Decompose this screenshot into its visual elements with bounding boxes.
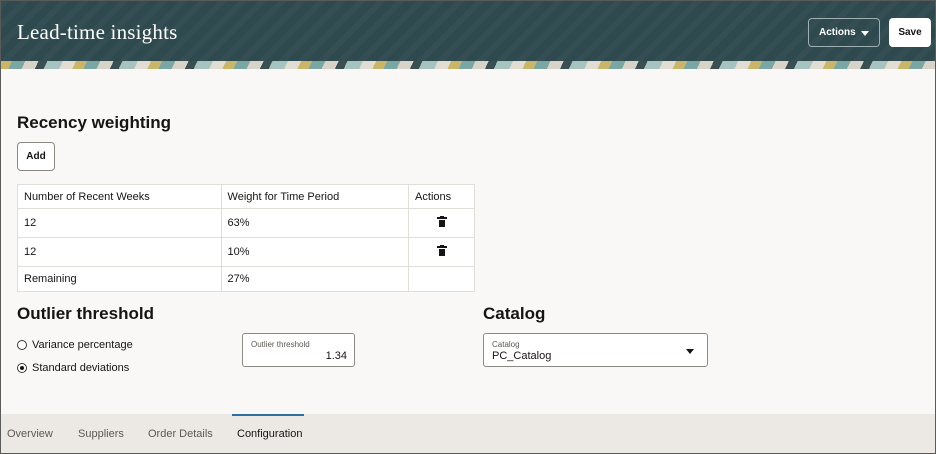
weeks-cell: Remaining	[17, 266, 222, 292]
chevron-down-icon	[861, 31, 869, 36]
trash-icon[interactable]	[436, 215, 447, 227]
page-title: Lead-time insights	[17, 20, 178, 44]
field-label: Outlier threshold	[251, 340, 310, 349]
tab-bar: Overview Suppliers Order Details Configu…	[1, 414, 935, 453]
actions-cell	[408, 208, 475, 238]
radio-button[interactable]	[17, 340, 27, 350]
actions-cell	[408, 237, 475, 267]
weight-cell: 27%	[220, 266, 410, 292]
tab-order-details[interactable]: Order Details	[148, 414, 213, 453]
catalog-select[interactable]: Catalog PC_Catalog	[483, 333, 708, 367]
table-row: Remaining 27%	[17, 266, 475, 292]
radio-variance-percentage[interactable]: Variance percentage	[17, 339, 133, 351]
page-header: Lead-time insights Actions Save	[1, 1, 935, 69]
catalog-title: Catalog	[483, 304, 546, 323]
outlier-threshold-input[interactable]: Outlier threshold 1.34	[242, 333, 355, 367]
save-button[interactable]: Save	[889, 18, 931, 47]
weeks-cell: 12	[17, 208, 222, 238]
table-row: 12 63%	[17, 208, 475, 238]
table-header-row: Number of Recent Weeks Weight for Time P…	[17, 184, 475, 209]
radio-label: Standard deviations	[32, 362, 130, 374]
weight-cell: 10%	[220, 237, 410, 267]
actions-cell	[408, 266, 475, 292]
add-row-button[interactable]: Add	[17, 142, 55, 171]
header-decorative-band	[1, 61, 935, 69]
app-window: Lead-time insights Actions Save Recency …	[0, 0, 936, 454]
weight-cell: 63%	[220, 208, 410, 238]
chevron-down-icon[interactable]	[686, 349, 694, 354]
recency-weighting-table: Number of Recent Weeks Weight for Time P…	[17, 184, 475, 292]
radio-button-selected[interactable]	[17, 363, 27, 373]
column-header-weight: Weight for Time Period	[220, 184, 410, 209]
actions-menu-button[interactable]: Actions	[808, 18, 880, 47]
outlier-threshold-title: Outlier threshold	[17, 304, 154, 323]
column-header-weeks: Number of Recent Weeks	[17, 184, 222, 209]
field-label: Catalog	[492, 340, 520, 349]
weeks-cell: 12	[17, 237, 222, 267]
field-value: 1.34	[325, 350, 347, 362]
table-row: 12 10%	[17, 237, 475, 267]
actions-button-label: Actions	[819, 27, 856, 38]
radio-standard-deviations[interactable]: Standard deviations	[17, 362, 129, 374]
tab-overview[interactable]: Overview	[7, 414, 53, 453]
field-value: PC_Catalog	[492, 350, 552, 362]
tab-configuration[interactable]: Configuration	[237, 414, 302, 453]
radio-label: Variance percentage	[32, 339, 133, 351]
tab-suppliers[interactable]: Suppliers	[78, 414, 124, 453]
column-header-actions: Actions	[408, 184, 475, 209]
recency-weighting-title: Recency weighting	[17, 113, 171, 132]
trash-icon[interactable]	[436, 244, 447, 256]
